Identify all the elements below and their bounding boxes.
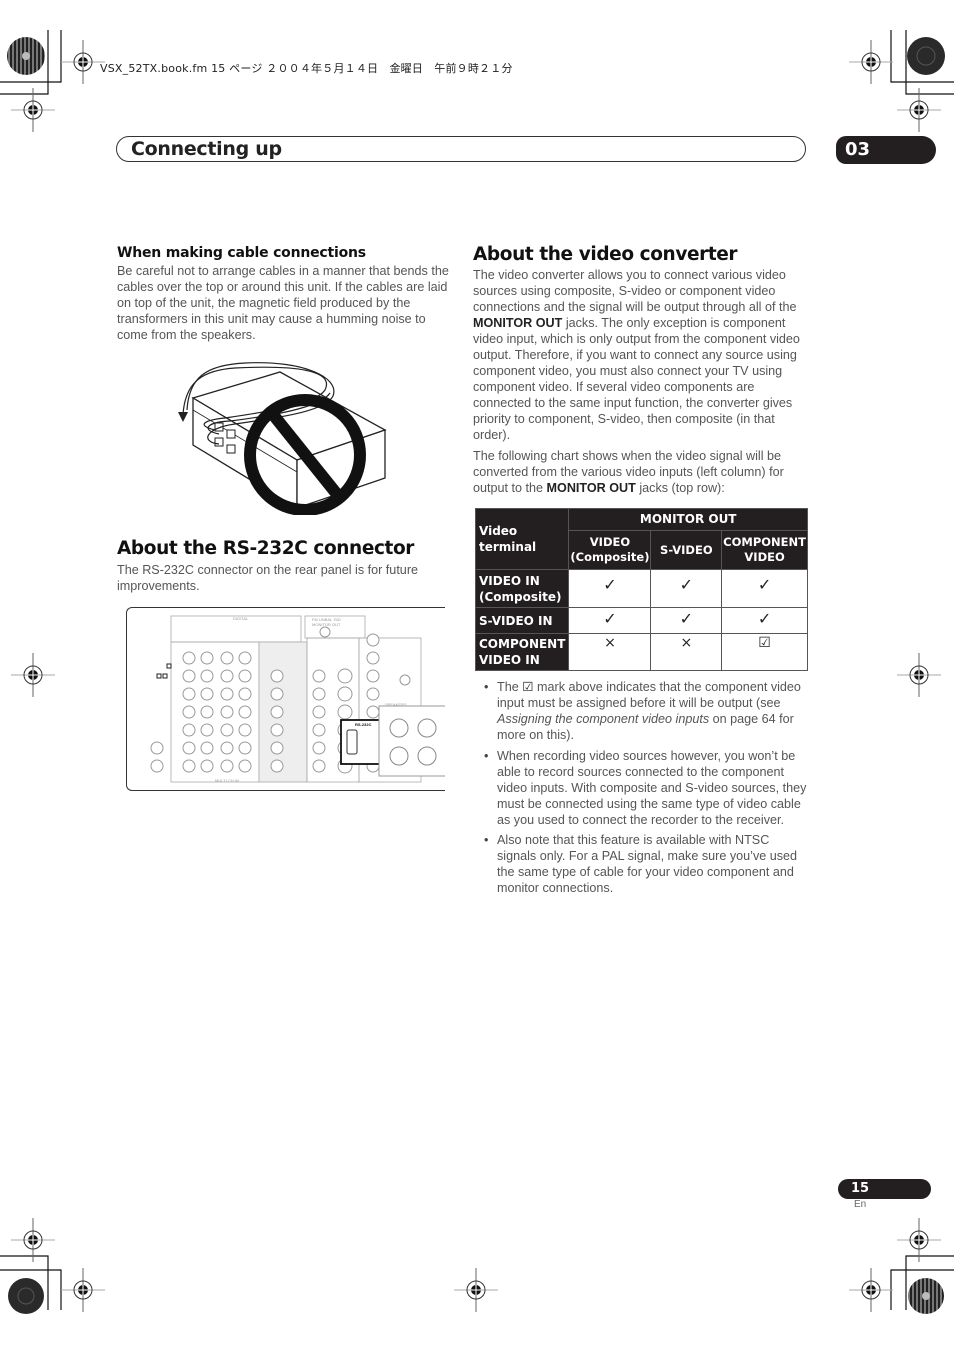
table-row-header: S-VIDEO IN	[474, 607, 570, 634]
boxed-check-icon: ☑	[522, 680, 534, 694]
check-mark-icon: ✓	[650, 607, 723, 634]
rear-panel-jacks	[150, 615, 445, 783]
table-col-header: VIDEO (Composite)	[568, 530, 652, 570]
multi-ch-in-label: MULTI CH IN	[215, 778, 239, 783]
chapter-number-tab: 03	[836, 136, 936, 164]
rs232c-label: RS-232C	[355, 722, 372, 727]
video-converter-para-2: The following chart shows when the video…	[473, 449, 784, 495]
cable-connections-body: Be careful not to arrange cables in a ma…	[117, 264, 449, 342]
table-group-header: MONITOR OUT	[568, 508, 808, 531]
check-mark-icon: ✓	[568, 569, 652, 608]
check-mark-icon: ✓	[721, 569, 808, 608]
rs232c-heading: About the RS-232C connector	[117, 538, 415, 559]
note-item: Also note that this feature is available…	[483, 832, 808, 896]
starburst-mark-top-left	[7, 37, 45, 75]
digital-label: DIGITAL	[233, 616, 249, 621]
video-converter-heading: About the video converter	[473, 244, 738, 265]
cable-connections-section: When making cable connections Be careful…	[117, 245, 452, 343]
cross-mark-icon: ×	[650, 633, 723, 671]
rs232c-section: About the RS-232C connector The RS-232C …	[117, 538, 452, 594]
check-mark-icon: ✓	[568, 607, 652, 634]
speakers-label: SPEAKERS	[385, 702, 407, 707]
video-converter-para-1: The video converter allows you to connec…	[473, 268, 800, 442]
printer-slug-line: VSX_52TX.book.fm 15 ページ ２００４年５月１４日 金曜日 午…	[100, 62, 513, 75]
starburst-mark-top-right	[907, 37, 945, 75]
notes-list: The ☑ mark above indicates that the comp…	[483, 679, 808, 900]
starburst-mark-bottom-right	[908, 1278, 944, 1314]
cable-connections-heading: When making cable connections	[117, 245, 366, 261]
video-converter-section: About the video converter The video conv…	[473, 244, 808, 496]
table-row-header: COMPONENT VIDEO IN	[474, 633, 570, 671]
note-item: The ☑ mark above indicates that the comp…	[483, 679, 808, 743]
no-cables-over-unit-illustration	[178, 362, 387, 515]
table-row-header: VIDEO IN (Composite)	[474, 569, 570, 608]
registration-target	[60, 39, 106, 85]
table-row: VIDEO IN (Composite) ✓ ✓ ✓	[474, 569, 808, 608]
monitor-out-label: MONITOR OUT	[312, 622, 341, 627]
table-row: COMPONENT VIDEO IN × × ☑	[474, 633, 808, 671]
starburst-mark-bottom-left	[8, 1278, 44, 1314]
rear-panel-illustration: RS-232C SPEAKERS DIGITAL FM UNBAL 75Ω MO…	[126, 607, 445, 791]
table-corner-label: Video terminal	[474, 508, 570, 570]
table-row: S-VIDEO IN ✓ ✓ ✓	[474, 607, 808, 634]
rs232c-body: The RS-232C connector on the rear panel …	[117, 563, 419, 593]
table-col-header: S-VIDEO	[650, 530, 723, 570]
page-number: 15	[838, 1179, 931, 1199]
boxed-check-icon: ☑	[721, 633, 808, 671]
check-mark-icon: ✓	[721, 607, 808, 634]
check-mark-icon: ✓	[650, 569, 723, 608]
chapter-title: Connecting up	[131, 138, 282, 160]
chapter-header-bar: Connecting up	[116, 136, 806, 162]
video-conversion-table: Video terminal MONITOR OUT VIDEO (Composit…	[474, 508, 808, 671]
language-code: En	[854, 1199, 867, 1210]
cross-mark-icon: ×	[568, 633, 652, 671]
note-item: When recording video sources however, yo…	[483, 748, 808, 828]
table-col-header: COMPONENT VIDEO	[721, 530, 808, 570]
